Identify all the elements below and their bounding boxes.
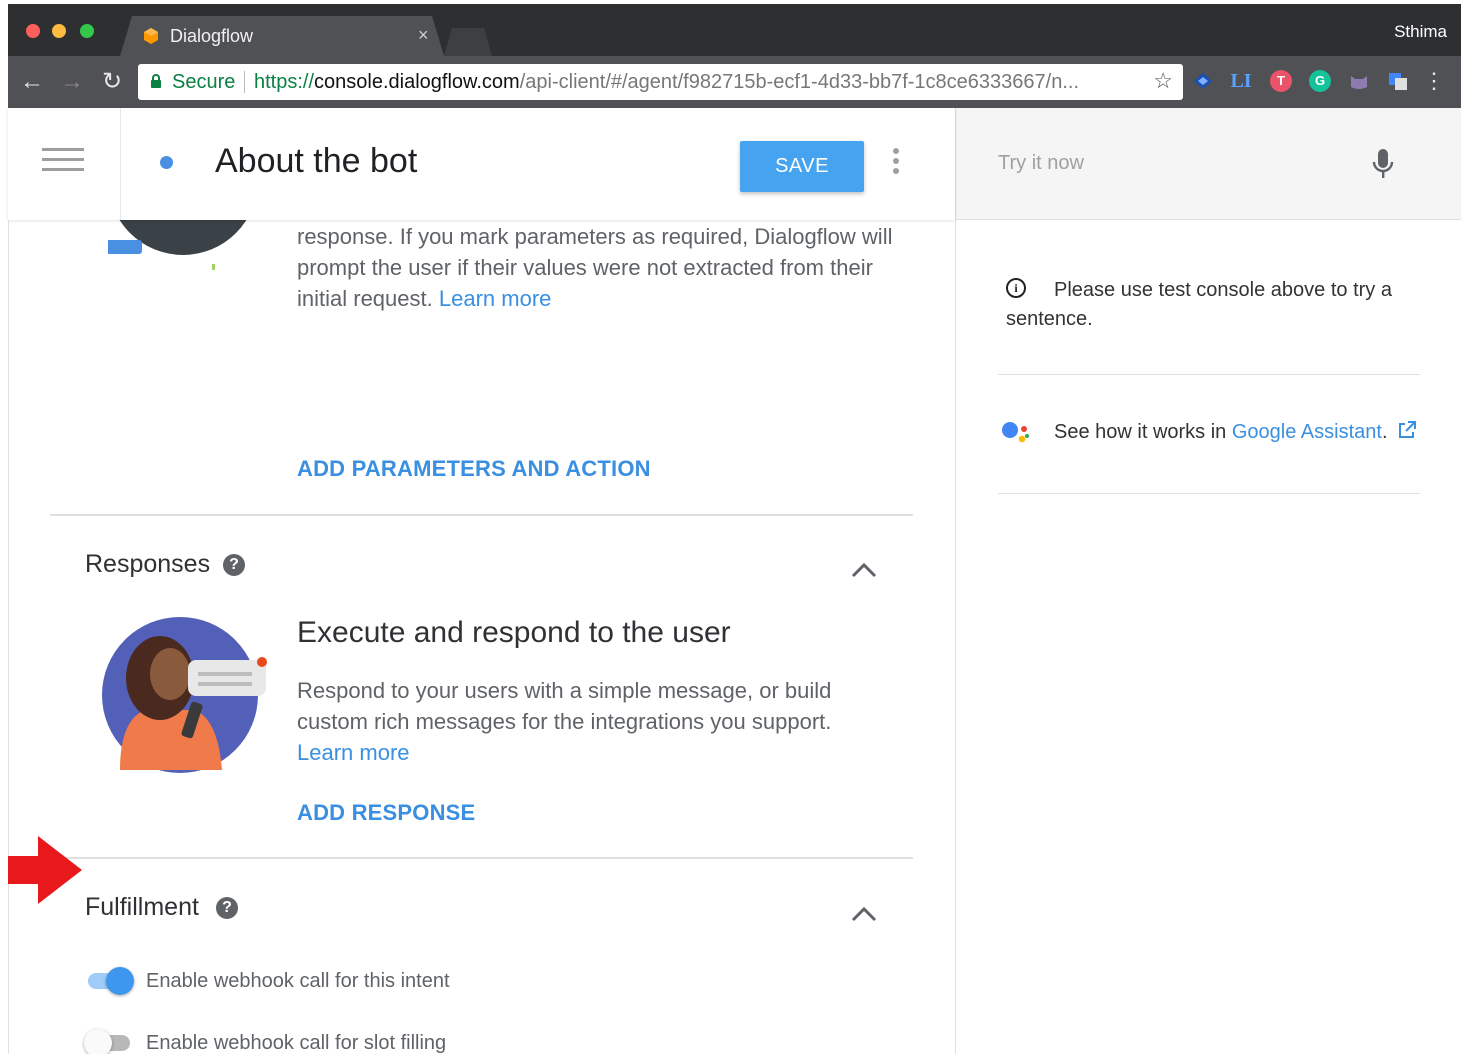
responses-collapse-chevron-icon[interactable] xyxy=(851,562,877,578)
add-response-button[interactable]: ADD RESPONSE xyxy=(297,800,475,826)
assistant-promo-suffix: . xyxy=(1381,421,1388,443)
actions-description-text: response. If you mark parameters as requ… xyxy=(297,224,893,311)
actions-learn-more-link[interactable]: Learn more xyxy=(439,286,552,311)
profile-name[interactable]: Sthima xyxy=(1394,22,1447,42)
close-window-button[interactable] xyxy=(26,24,40,38)
fulfillment-title: Fulfillment xyxy=(85,893,199,921)
responses-illustration xyxy=(102,617,267,773)
fulfillment-help-icon[interactable]: ? xyxy=(216,897,238,919)
assistant-promo: See how it works in Google Assistant. xyxy=(1054,420,1417,444)
assistant-promo-text: See how it works in xyxy=(1054,421,1232,443)
save-button[interactable]: SAVE xyxy=(740,141,864,192)
microphone-icon[interactable] xyxy=(1372,148,1394,180)
maximize-window-button[interactable] xyxy=(80,24,94,38)
responses-description: Respond to your users with a simple mess… xyxy=(297,675,867,768)
tab-close-icon[interactable]: × xyxy=(418,25,429,46)
responses-title: Responses xyxy=(85,550,211,578)
extension-li-icon[interactable]: LI xyxy=(1230,70,1252,92)
try-it-input[interactable]: Try it now xyxy=(998,152,1084,175)
external-link-icon[interactable] xyxy=(1397,420,1417,440)
responses-learn-more-link[interactable]: Learn more xyxy=(297,740,410,765)
test-console-panel: Try it now i Please use test console abo… xyxy=(955,108,1461,1054)
bookmark-star-icon[interactable]: ☆ xyxy=(1153,68,1173,94)
new-tab-button[interactable] xyxy=(444,28,492,56)
toggle-thumb xyxy=(106,967,134,995)
tab-strip: Dialogflow × Sthima xyxy=(8,4,1461,56)
intent-status-dot xyxy=(160,156,173,169)
add-parameters-button[interactable]: ADD PARAMETERS AND ACTION xyxy=(297,456,651,482)
slot-filling-toggle[interactable] xyxy=(84,1027,134,1054)
lock-icon xyxy=(151,74,161,88)
more-options-icon[interactable] xyxy=(893,148,901,178)
reload-icon[interactable]: ↻ xyxy=(98,68,126,96)
panel-divider xyxy=(998,374,1420,375)
dialogflow-favicon-icon xyxy=(142,27,160,45)
url-scheme: https:// xyxy=(254,71,315,93)
browser-window: Dialogflow × Sthima ← → ↻ Secure https:/… xyxy=(8,4,1461,108)
address-bar[interactable]: Secure https://console.dialogflow.com/ap… xyxy=(138,64,1183,100)
hamburger-menu-icon[interactable] xyxy=(42,148,84,174)
webhook-intent-toggle[interactable] xyxy=(84,965,134,995)
browser-toolbar: ← → ↻ Secure https://console.dialogflow.… xyxy=(8,56,1461,108)
extension-t-icon[interactable]: T xyxy=(1270,70,1292,92)
slot-filling-label: Enable webhook call for slot filling xyxy=(146,1032,447,1054)
fulfillment-collapse-chevron-icon[interactable] xyxy=(851,906,877,922)
tab-title: Dialogflow xyxy=(170,26,254,46)
responses-heading: Execute and respond to the user xyxy=(297,616,731,649)
intent-app-bar: About the bot SAVE xyxy=(8,108,955,220)
try-it-bar: Try it now xyxy=(956,108,1461,220)
toggle-thumb xyxy=(84,1029,112,1054)
webhook-intent-label: Enable webhook call for this intent xyxy=(146,970,450,992)
browser-tab[interactable]: Dialogflow × xyxy=(120,16,444,56)
intent-content: response. If you mark parameters as requ… xyxy=(8,220,955,1054)
browser-menu-icon[interactable]: ⋮ xyxy=(1423,68,1445,94)
extension-diamond-icon[interactable] xyxy=(1192,70,1214,92)
google-assistant-link[interactable]: Google Assistant xyxy=(1232,421,1382,443)
info-message: Please use test console above to try a s… xyxy=(1006,279,1392,330)
app-bar-divider xyxy=(120,108,121,220)
panel-divider xyxy=(998,493,1420,494)
forward-arrow-icon[interactable]: → xyxy=(58,68,86,96)
omnibox-separator xyxy=(244,71,245,93)
url-text[interactable]: https://console.dialogflow.com/api-clien… xyxy=(254,71,1139,94)
url-host: console.dialogflow.com xyxy=(314,71,520,93)
section-divider xyxy=(50,514,913,516)
section-divider xyxy=(50,857,913,859)
actions-description: response. If you mark parameters as requ… xyxy=(297,221,897,314)
annotation-arrow-icon xyxy=(8,836,82,904)
minimize-window-button[interactable] xyxy=(52,24,66,38)
extension-translate-icon[interactable] xyxy=(1387,70,1409,92)
dialogflow-page: About the bot SAVE response. If you mark… xyxy=(8,108,1461,1054)
extension-cat-icon[interactable] xyxy=(1348,70,1370,92)
google-assistant-icon xyxy=(1002,422,1029,443)
extension-grammarly-icon[interactable]: G xyxy=(1309,70,1331,92)
secure-label: Secure xyxy=(172,71,236,93)
responses-help-icon[interactable]: ? xyxy=(223,554,245,576)
actions-illustration xyxy=(108,220,247,270)
responses-description-text: Respond to your users with a simple mess… xyxy=(297,678,832,734)
back-arrow-icon[interactable]: ← xyxy=(18,68,46,96)
page-title: About the bot xyxy=(215,142,418,180)
url-path: /api-client/#/agent/f982715b-ecf1-4d33-b… xyxy=(519,71,1080,93)
